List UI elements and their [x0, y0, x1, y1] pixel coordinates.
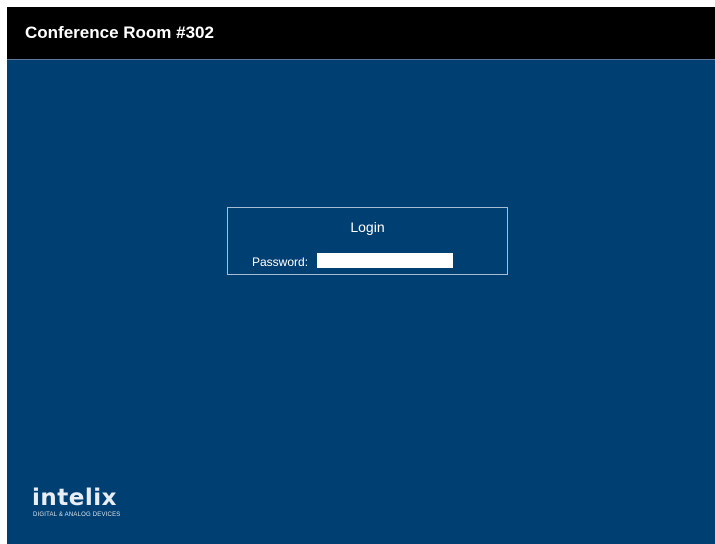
- header-bar: Conference Room #302: [7, 7, 715, 60]
- logo-wordmark: intelix: [32, 485, 117, 511]
- login-panel: Login Password:: [227, 207, 508, 275]
- password-input[interactable]: [317, 253, 453, 268]
- page-title: Conference Room #302: [25, 23, 214, 42]
- logo-tagline: DIGITAL & ANALOG DEVICES: [33, 512, 121, 518]
- app-frame: Conference Room #302 Login Password: int…: [7, 7, 715, 544]
- brand-logo: intelix DIGITAL & ANALOG DEVICES: [32, 486, 142, 526]
- login-title: Login: [350, 219, 385, 235]
- password-label: Password:: [252, 255, 309, 269]
